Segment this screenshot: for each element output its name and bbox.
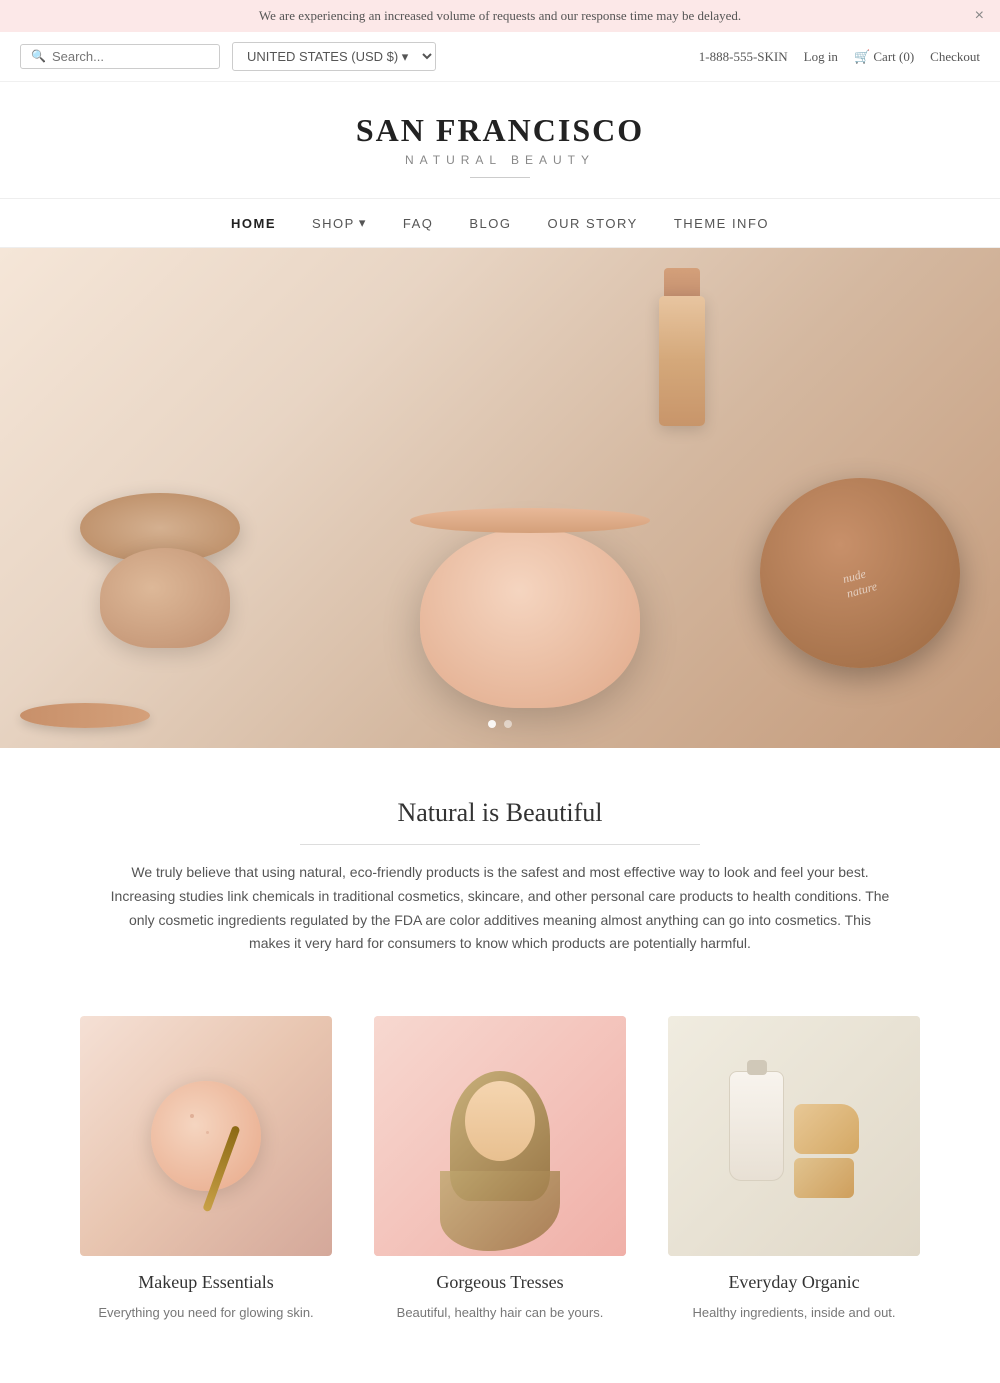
login-link[interactable]: Log in — [804, 49, 838, 65]
announcement-bar: We are experiencing an increased volume … — [0, 0, 1000, 32]
search-icon: 🔍 — [31, 49, 46, 64]
organic-title: Everyday Organic — [668, 1272, 920, 1293]
product-card-image-organic — [668, 1016, 920, 1256]
jar-brand-text: nudenature — [841, 564, 879, 601]
organic-illustration — [668, 1016, 920, 1256]
logo-subtitle: NATURAL BEAUTY — [20, 153, 980, 167]
hair-illustration — [374, 1016, 626, 1256]
nav-item-faq[interactable]: FAQ — [403, 216, 434, 231]
product-card-makeup: Makeup Essentials Everything you need fo… — [80, 1016, 332, 1323]
checkout-link[interactable]: Checkout — [930, 49, 980, 65]
hero-bottle — [659, 296, 705, 426]
search-container[interactable]: 🔍 — [20, 44, 220, 69]
nav-item-home[interactable]: HOME — [231, 216, 276, 231]
hero-jar-main — [420, 528, 640, 708]
section-title: Natural is Beautiful — [20, 798, 980, 828]
makeup-desc: Everything you need for glowing skin. — [80, 1303, 332, 1323]
hair-title: Gorgeous Tresses — [374, 1272, 626, 1293]
cart-label: Cart (0) — [873, 49, 914, 64]
logo-divider — [470, 177, 530, 178]
page-bottom — [0, 1363, 1000, 1383]
hero-jar-small — [100, 548, 230, 648]
nav-item-blog[interactable]: BLOG — [469, 216, 511, 231]
hero-jar-round: nudenature — [760, 478, 960, 668]
phone-number: 1-888-555-SKIN — [699, 49, 788, 65]
organic-desc: Healthy ingredients, inside and out. — [668, 1303, 920, 1323]
makeup-title: Makeup Essentials — [80, 1272, 332, 1293]
slider-dot-2[interactable] — [504, 720, 512, 728]
hero-bottle-cap — [664, 268, 700, 298]
hero-image: nudenature — [0, 248, 1000, 748]
hero-slider: nudenature — [0, 248, 1000, 748]
section-description: We truly believe that using natural, eco… — [90, 861, 910, 956]
slider-dots — [488, 720, 512, 728]
product-card-organic: Everyday Organic Healthy ingredients, in… — [668, 1016, 920, 1323]
product-card-image-makeup — [80, 1016, 332, 1256]
product-card-image-hair — [374, 1016, 626, 1256]
announcement-close-button[interactable]: × — [975, 7, 984, 25]
slider-dot-1[interactable] — [488, 720, 496, 728]
hero-lid-open — [20, 703, 150, 728]
nav-item-shop[interactable]: SHOP ▾ — [312, 215, 367, 231]
main-nav: HOME SHOP ▾ FAQ BLOG OUR STORY THEME INF… — [0, 198, 1000, 248]
product-card-hair: Gorgeous Tresses Beautiful, healthy hair… — [374, 1016, 626, 1323]
hero-jar-rim — [410, 508, 650, 533]
currency-selector[interactable]: UNITED STATES (USD $) ▾ — [232, 42, 436, 71]
announcement-text: We are experiencing an increased volume … — [259, 8, 741, 23]
search-input[interactable] — [52, 49, 209, 64]
cart-link[interactable]: 🛒 Cart (0) — [854, 49, 914, 65]
top-bar: 🔍 UNITED STATES (USD $) ▾ 1-888-555-SKIN… — [0, 32, 1000, 82]
hair-desc: Beautiful, healthy hair can be yours. — [374, 1303, 626, 1323]
cart-icon: 🛒 — [854, 49, 870, 64]
chevron-down-icon: ▾ — [359, 215, 367, 231]
nav-item-theme-info[interactable]: THEME INFO — [674, 216, 769, 231]
section-divider — [300, 844, 700, 845]
logo-title[interactable]: SAN FRANCISCO — [20, 112, 980, 149]
top-bar-left: 🔍 UNITED STATES (USD $) ▾ — [20, 42, 436, 71]
product-cards: Makeup Essentials Everything you need fo… — [0, 976, 1000, 1363]
section-heading: Natural is Beautiful We truly believe th… — [0, 748, 1000, 976]
logo-area: SAN FRANCISCO NATURAL BEAUTY — [0, 82, 1000, 198]
top-bar-right: 1-888-555-SKIN Log in 🛒 Cart (0) Checkou… — [699, 49, 980, 65]
makeup-illustration — [80, 1016, 332, 1256]
nav-item-our-story[interactable]: OUR STORY — [548, 216, 638, 231]
